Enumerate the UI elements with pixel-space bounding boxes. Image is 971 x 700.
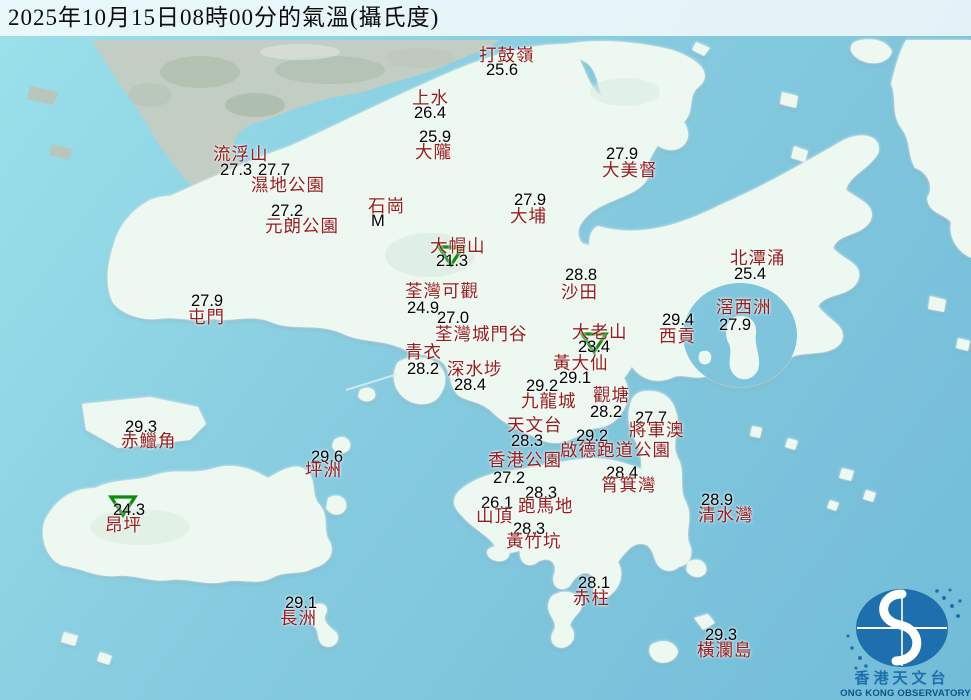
islet bbox=[750, 426, 762, 438]
island-ma-wan bbox=[358, 388, 375, 402]
hko-temperature-map: 25.6 打鼓嶺 26.4 上水 25.9 大隴 27.3 流浮山 27.7 濕… bbox=[0, 0, 971, 700]
hong-kong-base-map bbox=[0, 0, 971, 700]
logo-chinese-name: 香港天文台 bbox=[854, 669, 949, 687]
map-title: 2025年10月15日08時00分的氣溫(攝氏度) bbox=[8, 4, 439, 32]
hko-logo: 香港天文台 HONG KONG OBSERVATORY bbox=[840, 576, 970, 698]
logo-english-name: HONG KONG OBSERVATORY bbox=[840, 688, 970, 698]
title-bar: 2025年10月15日08時00分的氣溫(攝氏度) bbox=[0, 0, 971, 36]
hko-emblem-symbol bbox=[847, 589, 962, 670]
island-sharp bbox=[699, 351, 712, 365]
hko-emblem: 香港天文台 HONG KONG OBSERVATORY bbox=[840, 576, 970, 698]
island-kau-sai-chau bbox=[726, 316, 759, 379]
